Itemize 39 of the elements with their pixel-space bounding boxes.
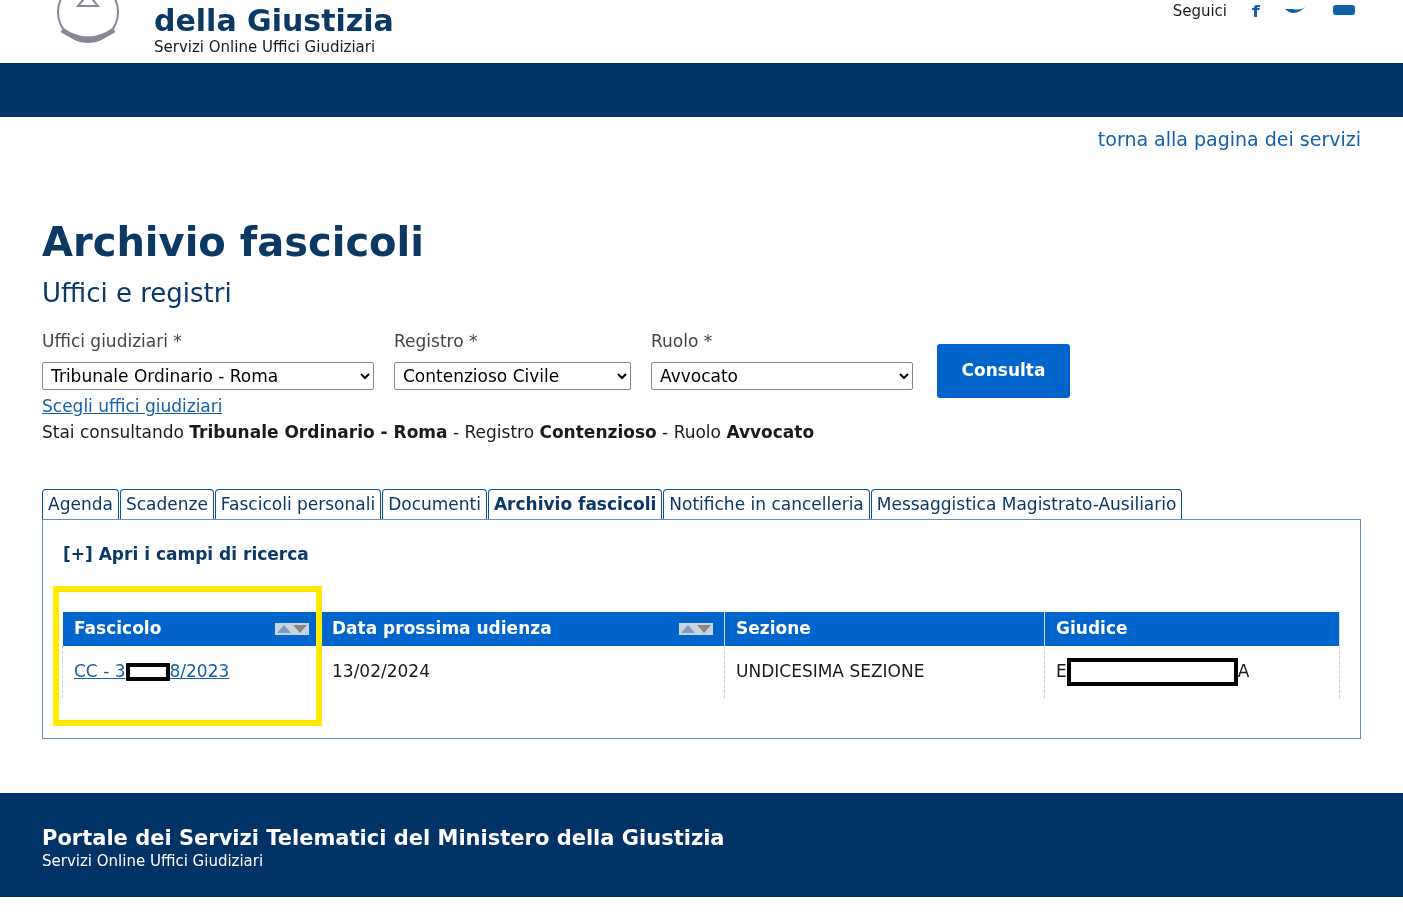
table-cell-text: A <box>1237 659 1250 683</box>
field-label: Ruolo * <box>651 329 714 353</box>
choose-link[interactable]: Scegli uffici giudiziari <box>42 394 223 420</box>
tab[interactable]: Fascicoli personali <box>214 489 382 519</box>
tab[interactable]: Archivio fascicoli <box>487 489 663 520</box>
site-title: della Giustizia <box>154 6 394 36</box>
footer-title: Portale dei Servizi Telematici del Ministero della Giustizia <box>42 826 726 850</box>
column-title: Fascicolo <box>74 616 162 640</box>
field-label: Uffici giudiziari * <box>42 329 183 353</box>
case-link[interactable]: 8/2023 <box>169 658 230 685</box>
select-field[interactable]: Tribunale Ordinario - Roma <box>42 362 374 390</box>
site-subtitle: Servizi Online Uffici Giudiziari <box>154 37 377 58</box>
sort-icon[interactable] <box>275 622 309 635</box>
column-title: Giudice <box>1056 616 1128 640</box>
submit-button[interactable]: Consulta <box>937 344 1070 398</box>
column-title: Sezione <box>736 616 811 640</box>
table-cell-text: 13/02/2024 <box>332 659 430 683</box>
case-link[interactable]: CC - 3 <box>74 658 126 685</box>
footer-subtitle: Servizi Online Uffici Giudiziari <box>42 850 265 872</box>
sort-icon[interactable] <box>679 622 713 635</box>
tab[interactable]: Notifiche in cancelleria <box>663 489 870 519</box>
tab[interactable]: Scadenze <box>119 489 214 519</box>
back-link[interactable]: torna alla pagina dei servizi <box>1097 125 1361 154</box>
redaction-box <box>125 662 170 681</box>
field-label: Registro * <box>394 329 479 353</box>
facebook-icon[interactable] <box>1251 5 1261 18</box>
select-field[interactable]: Avvocato <box>651 362 913 390</box>
summary-text: Stai consultando Tribunale Ordinario - Roma - Registro Contenzioso - Ruolo Avvocato <box>42 420 816 444</box>
section-title: Uffici e registri <box>42 276 233 310</box>
page-title: Archivio fascicoli <box>42 217 425 266</box>
search-toggle-link[interactable]: [+] Apri i campi di ricerca <box>63 542 1340 568</box>
table-cell-text: UNDICESIMA SEZIONE <box>736 659 925 683</box>
select-field[interactable]: Contenzioso Civile <box>394 362 631 390</box>
table-cell-text: E <box>1056 659 1067 683</box>
column-title: Data prossima udienza <box>332 616 552 640</box>
tab[interactable]: Messaggistica Magistrato-Ausiliario <box>870 489 1183 519</box>
tab[interactable]: Agenda <box>42 489 119 519</box>
tab[interactable]: Documenti <box>382 489 487 519</box>
follow-label: Seguici <box>1172 1 1227 22</box>
